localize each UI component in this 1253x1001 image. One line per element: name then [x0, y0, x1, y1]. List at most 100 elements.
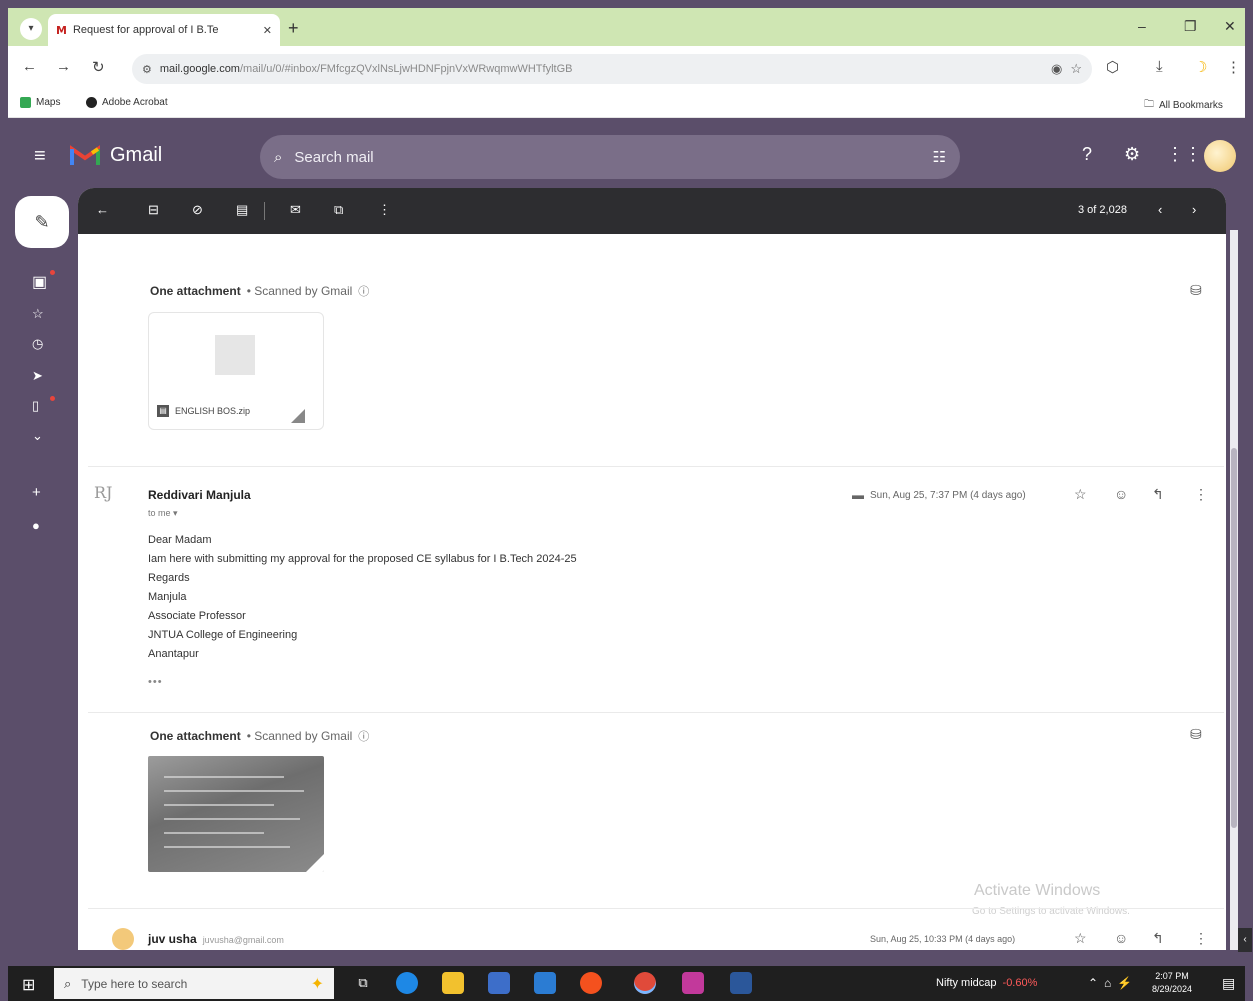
reply-icon[interactable]: ↰ — [1152, 930, 1164, 947]
back-to-inbox-icon[interactable]: ← — [96, 202, 109, 217]
first-attachment-header: One attachment • Scanned by Gmail ⓘ — [150, 283, 370, 299]
emoji-react-icon[interactable]: ☺ — [1114, 930, 1128, 946]
stock-widget[interactable]: Nifty midcap -0.60% — [936, 977, 1037, 989]
all-bookmarks[interactable]: 🗀 All Bookmarks — [1144, 97, 1223, 114]
search-input[interactable] — [294, 148, 921, 166]
tab-title: Request for approval of I B.Te — [72, 24, 219, 36]
back-icon[interactable]: ← — [22, 58, 37, 75]
emoji-react-icon[interactable]: ☺ — [1114, 486, 1128, 502]
next-message-date: Sun, Aug 25, 10:33 PM (4 days ago) — [870, 934, 1016, 944]
eye-slash-icon[interactable]: ◉ — [1051, 61, 1062, 77]
notifications-icon[interactable]: ▤ — [1222, 975, 1235, 992]
scrollbar-thumb[interactable] — [1231, 448, 1237, 828]
profile-icon[interactable]: ☽ — [1194, 58, 1207, 76]
reply-icon[interactable]: ↰ — [1152, 486, 1164, 503]
tab-close-icon[interactable]: ✕ — [263, 24, 272, 37]
bookmark-star-icon[interactable]: ☆ — [1070, 61, 1082, 77]
inbox-icon[interactable]: ▣ — [32, 272, 47, 292]
drafts-icon[interactable]: ▯ — [32, 398, 39, 414]
body-line: Regards — [148, 572, 190, 584]
page-curl-icon — [306, 854, 324, 872]
edge-icon[interactable] — [396, 972, 418, 994]
compose-button[interactable]: ✎ — [15, 196, 69, 248]
add-to-drive-icon[interactable]: ⛁ — [1190, 726, 1202, 743]
browser-menu-icon[interactable]: ⋮ — [1226, 58, 1241, 76]
message-divider — [88, 908, 1224, 909]
body-line: Iam here with submitting my approval for… — [148, 553, 577, 565]
forward-icon[interactable]: → — [56, 58, 71, 75]
search-icon[interactable]: ⌕ — [274, 149, 282, 166]
info-icon[interactable]: ⓘ — [358, 283, 369, 299]
archive-icon[interactable]: ⊟ — [148, 202, 159, 218]
search-filter-icon[interactable]: ☷ — [933, 148, 946, 166]
search-highlight-icon[interactable]: ✦ — [311, 974, 324, 994]
newer-icon[interactable]: ‹ — [1158, 202, 1162, 217]
more-icon[interactable]: ⌄ — [32, 428, 43, 444]
side-panel-toggle-icon[interactable]: ‹ — [1238, 928, 1252, 952]
account-avatar[interactable] — [1204, 140, 1236, 172]
search-bar[interactable]: ⌕ ☷ — [260, 135, 960, 179]
new-label-icon[interactable]: + — [32, 484, 41, 501]
snoozed-icon[interactable]: ◷ — [32, 336, 43, 352]
add-to-drive-icon[interactable]: ⛁ — [1190, 282, 1202, 299]
report-spam-icon[interactable]: ⊘ — [192, 202, 203, 218]
more-actions-icon[interactable]: ⋮ — [378, 202, 391, 218]
star-icon[interactable]: ☆ — [1074, 930, 1087, 947]
acrobat-icon — [86, 97, 97, 108]
gmail-header: ≡ Gmail ⌕ ☷ ? ⚙ ⋮⋮⋮ — [8, 126, 1245, 186]
show-trimmed-content[interactable]: ••• — [148, 676, 163, 688]
message-more-icon[interactable]: ⋮ — [1194, 930, 1208, 947]
delete-icon[interactable]: ▤ — [236, 202, 248, 218]
mail-icon[interactable] — [534, 972, 556, 994]
minimize-icon[interactable]: – — [1138, 18, 1146, 34]
attachment-card-zip[interactable]: ▤ ENGLISH BOS.zip — [148, 312, 324, 430]
info-icon[interactable]: ⓘ — [358, 728, 369, 744]
bookmark-adobe-acrobat[interactable]: Adobe Acrobat — [86, 97, 168, 108]
sent-icon[interactable]: ➤ — [32, 368, 43, 384]
recipient-details[interactable]: to me ▾ — [148, 508, 178, 519]
firefox-icon[interactable] — [580, 972, 602, 994]
taskbar-clock[interactable]: 2:07 PM 8/29/2024 — [1152, 970, 1192, 996]
starred-icon[interactable]: ☆ — [32, 306, 44, 322]
move-to-icon[interactable]: ⧉ — [334, 202, 343, 218]
file-explorer-icon[interactable] — [442, 972, 464, 994]
site-info-icon[interactable]: ⚙ — [142, 63, 152, 76]
store-icon[interactable] — [488, 972, 510, 994]
older-icon[interactable]: › — [1192, 202, 1196, 217]
next-message-sender[interactable]: juv usha juvusha@gmail.com — [148, 932, 284, 946]
app-icon[interactable] — [682, 972, 704, 994]
main-menu-icon[interactable]: ≡ — [34, 145, 46, 168]
drafts-badge — [50, 396, 55, 401]
extensions-icon[interactable]: ⬡ — [1106, 58, 1119, 76]
maps-icon — [20, 97, 31, 108]
message-more-icon[interactable]: ⋮ — [1194, 486, 1208, 503]
system-tray-icons[interactable]: ⌃⌂⚡ — [1088, 976, 1138, 990]
chat-icon[interactable]: ● — [32, 518, 40, 533]
file-preview-icon — [215, 335, 255, 375]
next-sender-avatar[interactable] — [112, 928, 134, 950]
maximize-icon[interactable]: ❐ — [1184, 18, 1197, 35]
tab-search-icon[interactable]: ▾ — [20, 18, 42, 40]
attachment-file-name: ▤ ENGLISH BOS.zip — [157, 405, 250, 417]
taskbar-search[interactable]: ⌕ Type here to search ✦ — [54, 968, 334, 999]
word-icon[interactable] — [730, 972, 752, 994]
settings-gear-icon[interactable]: ⚙ — [1124, 144, 1140, 165]
bookmark-maps[interactable]: Maps — [20, 97, 60, 108]
address-bar[interactable]: ⚙ mail.google.com/mail/u/0/#inbox/FMfcgz… — [132, 54, 1092, 84]
help-icon[interactable]: ? — [1082, 144, 1092, 165]
download-icon[interactable]: ⤓ — [1156, 58, 1163, 75]
chrome-icon[interactable] — [634, 972, 656, 994]
task-view-icon[interactable]: ⧉ — [352, 972, 374, 994]
window-close-icon[interactable]: ✕ — [1224, 18, 1236, 35]
attachment-image-thumbnail[interactable] — [148, 756, 324, 872]
star-icon[interactable]: ☆ — [1074, 486, 1087, 503]
sender-name[interactable]: Reddivari Manjula — [148, 488, 251, 502]
windows-start-icon[interactable]: ⊞ — [22, 975, 35, 995]
new-tab-icon[interactable]: + — [288, 18, 299, 38]
sender-avatar[interactable]: RJ — [94, 483, 130, 521]
tab-gmail[interactable]: M Request for approval of I B.Te ✕ — [48, 14, 280, 46]
body-line: Dear Madam — [148, 534, 212, 546]
url-text[interactable]: mail.google.com/mail/u/0/#inbox/FMfcgzQV… — [160, 63, 1043, 75]
reload-icon[interactable]: ↻ — [92, 58, 105, 76]
mark-unread-icon[interactable]: ✉ — [290, 202, 301, 218]
